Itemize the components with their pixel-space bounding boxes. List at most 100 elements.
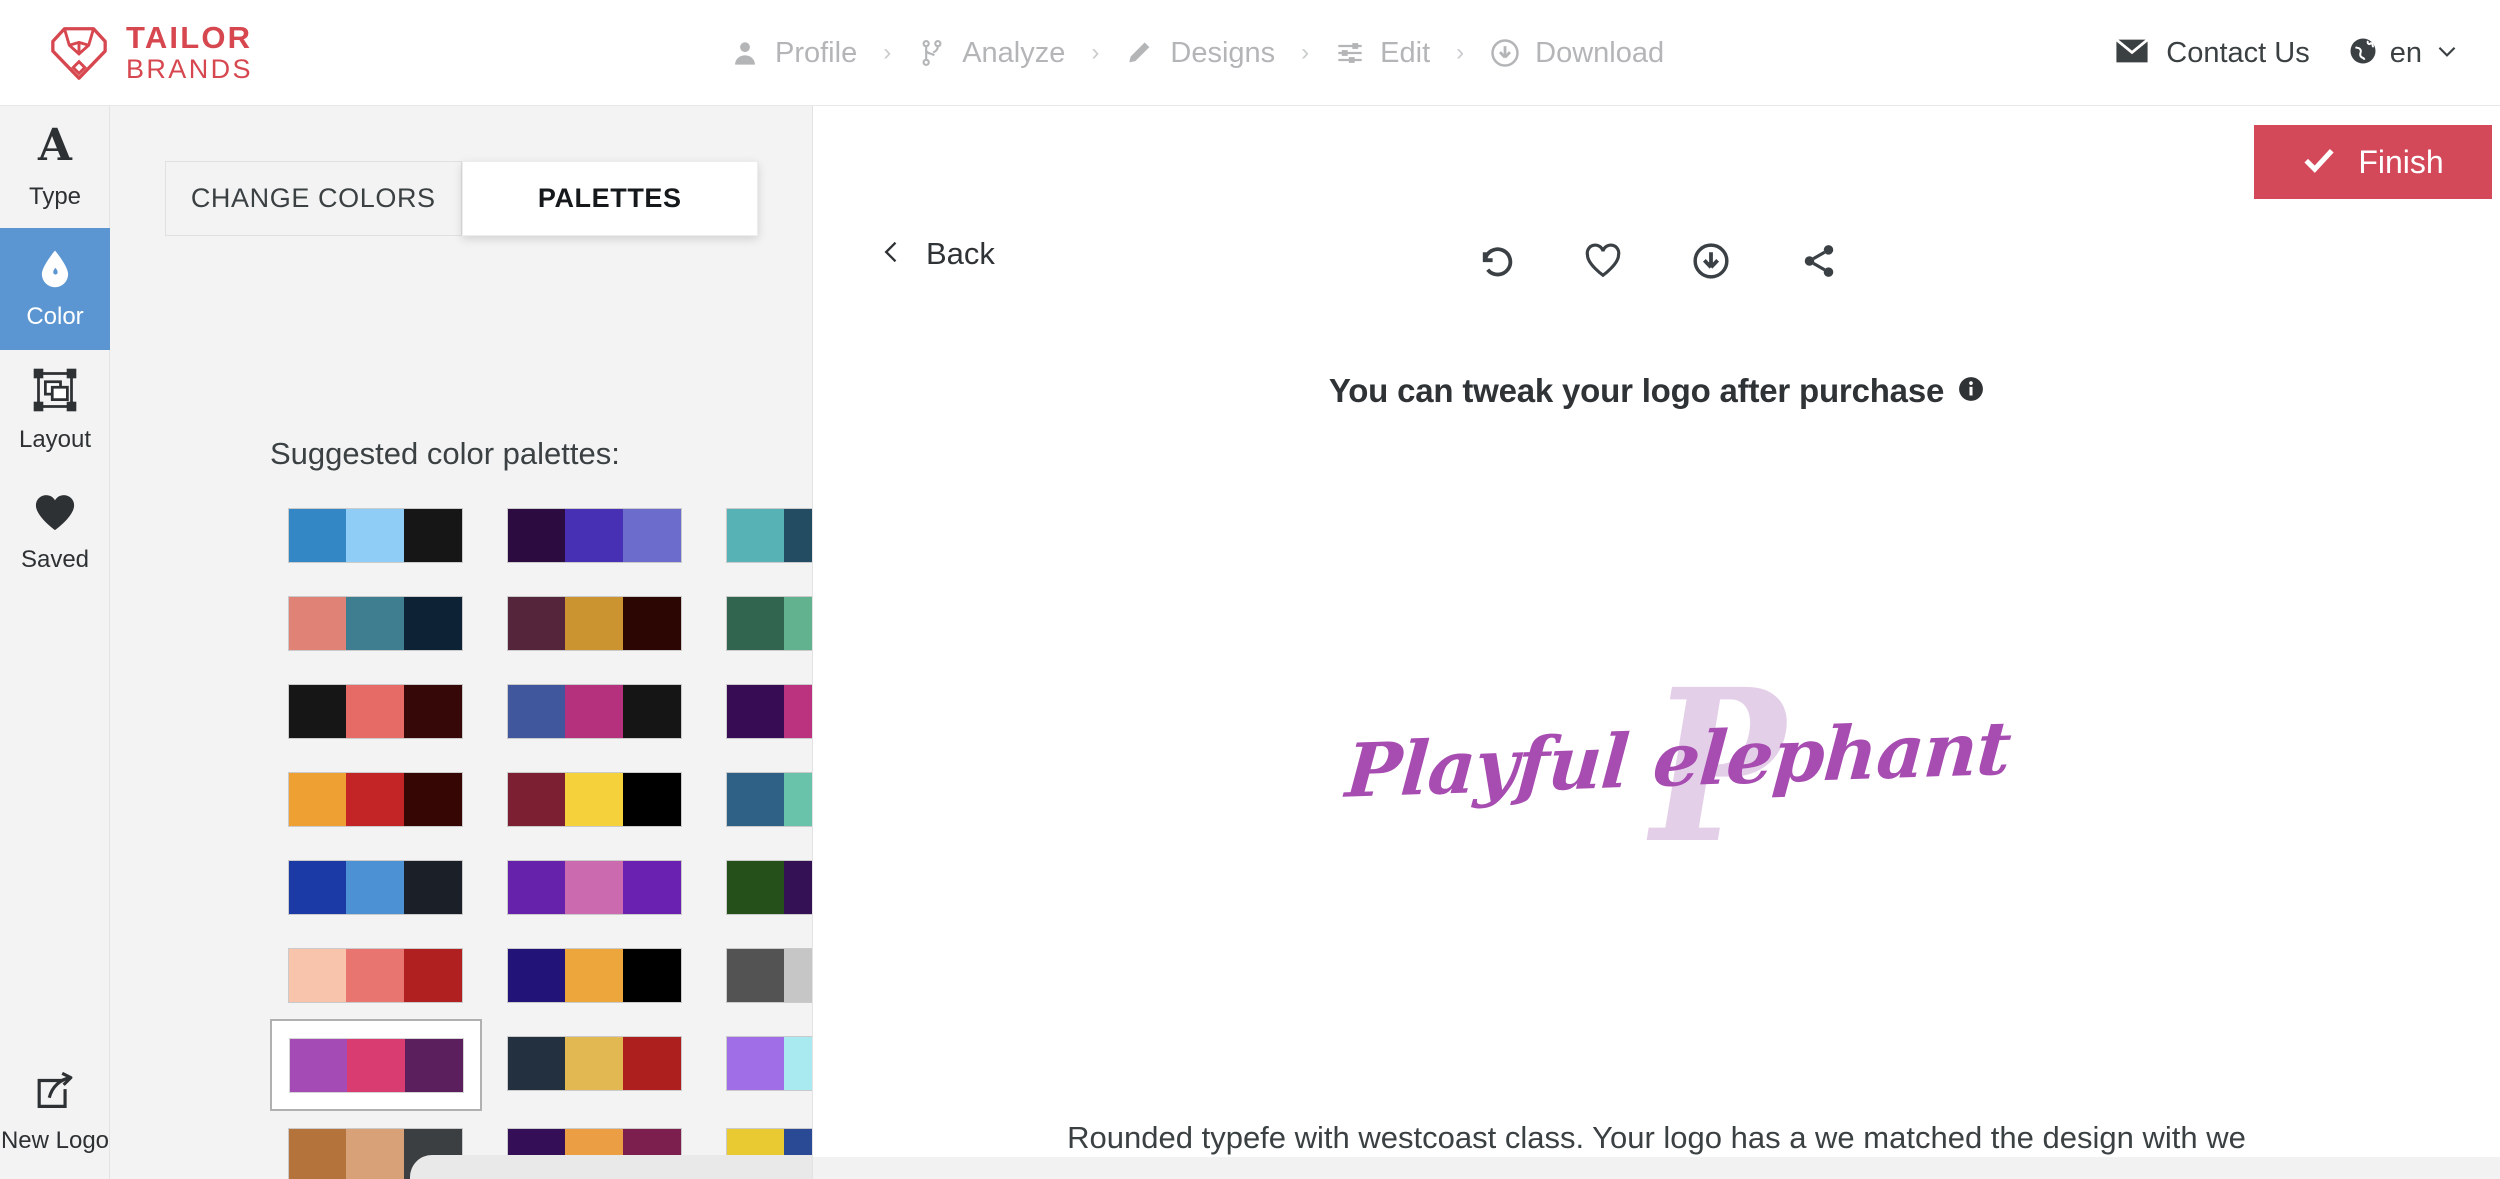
palette-color-3 [622, 860, 681, 914]
back-button[interactable]: Back [878, 236, 995, 272]
new-logo-button[interactable]: New Logo [0, 1070, 110, 1179]
palette-swatch[interactable] [708, 667, 812, 755]
language-label: en [2389, 36, 2422, 69]
rail-item-saved[interactable]: Saved [0, 472, 110, 594]
globe-icon [2348, 36, 2378, 71]
palette-color-3 [403, 508, 462, 562]
palette-color-1 [288, 1128, 347, 1179]
chevron-left-icon [878, 238, 906, 271]
panel-heading: Suggested color palettes: [270, 436, 620, 471]
palette-colors [725, 1035, 812, 1091]
palette-swatch[interactable] [489, 755, 699, 843]
palette-color-1 [726, 948, 785, 1002]
palette-swatch[interactable] [489, 667, 699, 755]
heart-filled-icon [33, 492, 77, 537]
palette-color-2 [784, 596, 812, 650]
palette-swatch[interactable] [270, 491, 480, 579]
palette-color-2 [565, 508, 623, 562]
tab-change-colors[interactable]: CHANGE COLORS [165, 161, 462, 236]
breadcrumb-step-download[interactable]: Download [1490, 37, 1664, 70]
envelope-icon [2115, 38, 2149, 69]
download-circle-icon [1490, 38, 1520, 68]
tab-palettes[interactable]: PALETTES [461, 161, 758, 236]
breadcrumb-step-analyze[interactable]: Analyze [917, 37, 1065, 70]
palette-swatch[interactable] [270, 755, 480, 843]
language-selector[interactable]: en [2348, 36, 2460, 71]
palette-colors [506, 595, 682, 651]
finish-button[interactable]: Finish [2254, 125, 2492, 199]
palette-colors [725, 507, 812, 563]
main-scroll-track[interactable] [813, 1157, 2500, 1179]
brand-name-line2: BRANDS [126, 54, 253, 84]
palette-swatch[interactable] [270, 931, 480, 1019]
palette-swatch-selected[interactable] [270, 1019, 482, 1111]
breadcrumb-step-edit[interactable]: Edit [1335, 37, 1430, 70]
palette-colors [506, 507, 682, 563]
palette-color-3 [403, 772, 462, 826]
palette-swatch[interactable] [270, 843, 480, 931]
palette-swatch[interactable] [708, 843, 812, 931]
palette-swatch[interactable] [708, 1019, 812, 1107]
palette-swatch[interactable] [708, 755, 812, 843]
undo-icon[interactable] [1476, 242, 1514, 280]
palette-color-2 [346, 1128, 404, 1179]
palette-color-3 [622, 508, 681, 562]
palette-color-1 [507, 508, 566, 562]
info-icon[interactable] [1958, 376, 1984, 407]
palette-color-3 [404, 1038, 463, 1092]
palette-color-1 [726, 772, 785, 826]
palette-swatch[interactable] [708, 579, 812, 667]
breadcrumb-label: Profile [775, 36, 858, 69]
palette-color-3 [403, 860, 462, 914]
palette-colors [506, 683, 682, 739]
rail-item-layout[interactable]: Layout [0, 350, 110, 472]
pencil-icon [1125, 38, 1155, 68]
palette-swatch[interactable] [708, 491, 812, 579]
palette-color-1 [289, 1038, 348, 1092]
palette-color-1 [726, 508, 785, 562]
contact-us-button[interactable]: Contact Us [2115, 36, 2310, 70]
share-icon[interactable] [1800, 242, 1838, 280]
heart-outline-icon[interactable] [1584, 242, 1622, 280]
palettes-panel: CHANGE COLORS PALETTES Suggested color p… [110, 106, 813, 1179]
palette-color-2 [565, 1036, 623, 1090]
rail-item-label: Type [28, 183, 82, 210]
rail-item-color[interactable]: Color [0, 228, 110, 350]
panel-scroll-track[interactable] [410, 1155, 812, 1179]
top-bar-right: Contact Us en [2115, 0, 2460, 106]
palette-color-3 [403, 596, 462, 650]
breadcrumb-step-designs[interactable]: Designs [1125, 37, 1275, 70]
palette-colors [288, 1037, 464, 1093]
palette-swatch[interactable] [489, 843, 699, 931]
palette-color-1 [726, 1036, 785, 1090]
palette-color-3 [403, 948, 462, 1002]
palette-color-2 [565, 948, 623, 1002]
rail-item-type[interactable]: A Type [0, 106, 110, 228]
finish-label: Finish [2358, 143, 2444, 180]
palette-color-3 [622, 948, 681, 1002]
palette-swatch[interactable] [489, 491, 699, 579]
palette-colors [287, 683, 463, 739]
palette-color-3 [622, 1036, 681, 1090]
breadcrumb-label: Analyze [962, 36, 1066, 69]
palette-colors [725, 771, 812, 827]
palette-color-3 [622, 596, 681, 650]
download-circle-icon[interactable] [1692, 242, 1730, 280]
brand-logo[interactable]: TAILOR BRANDS [48, 22, 253, 84]
breadcrumb: Profile › Analyze › Designs › Edit › Dow… [730, 0, 1664, 106]
logo-preview[interactable]: P Playful elephant [813, 646, 2500, 896]
palette-swatch[interactable] [708, 931, 812, 1019]
palette-color-2 [784, 508, 812, 562]
rail-item-label: Layout [18, 426, 92, 453]
palette-colors [725, 595, 812, 651]
palette-color-2 [347, 1038, 405, 1092]
palette-swatch[interactable] [270, 579, 480, 667]
contact-us-label: Contact Us [2166, 36, 2310, 69]
palette-swatch[interactable] [489, 1019, 699, 1107]
palette-swatch[interactable] [489, 931, 699, 1019]
palette-swatch[interactable] [270, 667, 480, 755]
breadcrumb-step-profile[interactable]: Profile [730, 37, 857, 70]
palette-swatch[interactable] [489, 579, 699, 667]
breadcrumb-separator: › [1301, 39, 1310, 66]
droplet-icon [34, 247, 76, 294]
